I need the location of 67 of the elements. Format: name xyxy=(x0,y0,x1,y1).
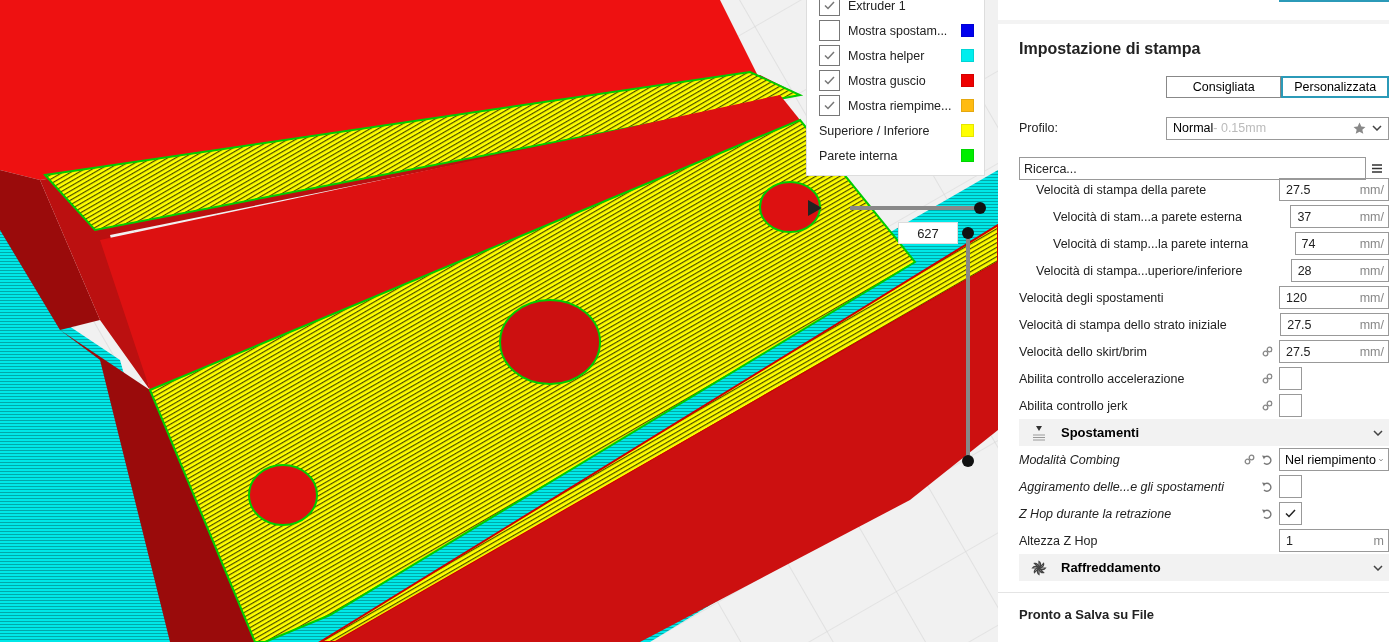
panel-title: Impostazione di stampa xyxy=(1018,39,1202,59)
chevron-down-icon xyxy=(1373,564,1383,571)
number-field[interactable]: 28 mm/ xyxy=(1290,259,1389,282)
chevron-down-icon xyxy=(1373,429,1383,436)
number-field[interactable]: 37 mm/ xyxy=(1290,205,1389,228)
number-field[interactable]: 74 mm/ xyxy=(1294,232,1389,255)
status-text: Pronto a Salva su File xyxy=(998,592,1389,642)
checkbox[interactable] xyxy=(819,0,840,16)
setting-label: Aggiramento delle...e gli spostamenti xyxy=(1019,479,1225,494)
fan-icon xyxy=(1031,559,1047,576)
setting-label: Velocità dello skirt/brim xyxy=(1019,344,1148,359)
reset-icon[interactable] xyxy=(1261,507,1273,520)
check-icon xyxy=(824,51,835,60)
menu-icon[interactable] xyxy=(1372,164,1382,173)
mode-tab[interactable]: Consigliata xyxy=(1166,76,1282,98)
setting-label: Velocità degli spostamenti xyxy=(1019,290,1165,305)
mode-tab[interactable]: Personalizzata xyxy=(1281,76,1389,98)
setting-label: Velocità di stam...a parete esterna xyxy=(1053,209,1242,224)
setting-label: Abilita controllo accelerazione xyxy=(1019,371,1186,386)
nozzle-icon xyxy=(1031,424,1047,441)
dropdown[interactable]: Nel riempimento xyxy=(1279,448,1389,471)
setting-label: Modalità Combing xyxy=(1019,452,1121,467)
setting-label: Velocità di stampa...uperiore/inferiore xyxy=(1036,263,1243,278)
check-icon xyxy=(824,101,835,110)
check-icon xyxy=(1285,509,1296,518)
number-field[interactable]: 27.5 mm/ xyxy=(1280,313,1389,336)
legend-label: Parete interna xyxy=(819,148,899,163)
reset-icon[interactable] xyxy=(1261,453,1273,466)
legend-label: Mostra riempime... xyxy=(848,98,953,113)
number-field[interactable]: 27.5 mm/ xyxy=(1279,178,1389,201)
section-header[interactable]: Spostamenti xyxy=(1019,419,1389,446)
link-icon[interactable] xyxy=(1262,400,1273,411)
search-field[interactable]: Ricerca... xyxy=(1019,157,1366,180)
checkbox[interactable] xyxy=(819,70,840,91)
legend-label: Extruder 1 xyxy=(848,0,907,13)
setting-label: Velocità di stamp...la parete interna xyxy=(1053,236,1249,251)
check-icon xyxy=(824,76,835,85)
checkbox[interactable] xyxy=(1279,394,1302,417)
check-icon xyxy=(824,1,835,10)
reset-icon[interactable] xyxy=(1261,480,1273,493)
setting-label: Altezza Z Hop xyxy=(1019,533,1099,548)
legend-label: Mostra guscio xyxy=(848,73,927,88)
chevron-down-icon xyxy=(1372,125,1382,131)
link-icon[interactable] xyxy=(1262,346,1273,357)
checkbox[interactable] xyxy=(819,95,840,116)
number-field[interactable]: 120 mm/ xyxy=(1279,286,1389,309)
checkbox[interactable] xyxy=(819,20,840,41)
profile-label: Profilo: xyxy=(1019,121,1059,135)
checkbox[interactable] xyxy=(819,45,840,66)
section-header[interactable]: Raffreddamento xyxy=(1019,554,1389,581)
profile-dropdown[interactable]: Normal- 0.15mm xyxy=(1166,116,1389,140)
number-field[interactable]: 27.5 mm/ xyxy=(1279,340,1389,363)
link-icon[interactable] xyxy=(1262,373,1273,384)
checkbox[interactable] xyxy=(1279,475,1302,498)
layer-number-field[interactable]: 627 xyxy=(898,222,958,244)
setting-label: Velocità di stampa della parete xyxy=(1036,182,1208,197)
legend-label: Mostra spostam... xyxy=(848,23,949,38)
setting-label: Velocità di stampa dello strato iniziale xyxy=(1019,317,1227,332)
legend-label: Mostra helper xyxy=(848,48,926,63)
number-field[interactable]: 1 m xyxy=(1279,529,1389,552)
checkbox[interactable] xyxy=(1279,367,1302,390)
setting-label: Z Hop durante la retrazione xyxy=(1019,506,1173,521)
star-icon xyxy=(1353,121,1366,135)
setting-label: Abilita controllo jerk xyxy=(1019,398,1129,413)
checkbox[interactable] xyxy=(1279,502,1302,525)
link-icon[interactable] xyxy=(1244,453,1255,465)
legend-label: Superiore / Inferiore xyxy=(819,123,931,138)
